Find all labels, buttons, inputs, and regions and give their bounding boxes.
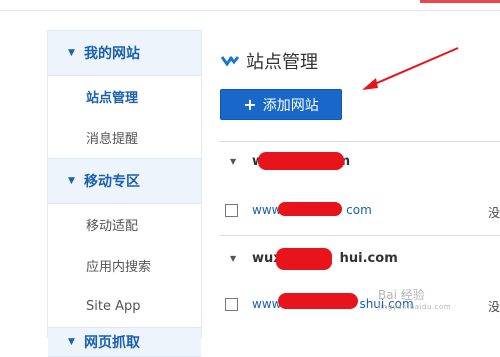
add-site-button[interactable]: + 添加网站	[220, 89, 342, 120]
redaction-mark	[258, 152, 344, 170]
top-bar	[0, 0, 500, 11]
plus-icon: +	[243, 94, 257, 114]
caret-down-icon: ▼	[68, 176, 75, 186]
sidebar-item-message-alerts[interactable]: 消息提醒	[48, 117, 201, 158]
redaction-mark	[276, 248, 332, 270]
sidebar-section-label: 移动专区	[84, 174, 140, 190]
annotation-arrow	[362, 47, 459, 90]
sidebar-section-label: 我的网站	[84, 46, 140, 62]
site-action-text[interactable]: 没	[488, 204, 500, 221]
sidebar-section-my-sites[interactable]: ▼ 我的网站	[48, 30, 201, 76]
site-checkbox[interactable]	[225, 203, 238, 217]
main-content: 站点管理 + 添加网站 ▼ w com www.com 没 ▼ wux hui.…	[200, 30, 500, 338]
sidebar-section-mobile[interactable]: ▼ 移动专区	[48, 158, 201, 204]
sidebar-item-mobile-adaptation[interactable]: 移动适配	[48, 204, 201, 245]
redaction-mark	[278, 202, 342, 216]
sidebar-item-site-app[interactable]: Site App	[48, 286, 201, 327]
page-title: 站点管理	[246, 52, 318, 73]
sidebar-section-crawl[interactable]: ▼ 网页抓取	[48, 327, 201, 357]
watermark: Bai 经验 jingyan.baidu.com	[378, 288, 452, 311]
site-group-name-tail: hui.com	[339, 251, 398, 266]
caret-down-icon: ▼	[230, 157, 237, 166]
caret-down-icon: ▼	[230, 254, 237, 263]
divider	[220, 141, 500, 142]
chevron-down-icon	[220, 56, 240, 67]
sidebar-section-label: 网页抓取	[84, 335, 140, 351]
site-action-text[interactable]: 没	[488, 298, 500, 315]
caret-down-icon: ▼	[68, 48, 75, 58]
site-checkbox[interactable]	[225, 297, 238, 311]
page-title-row: 站点管理	[220, 48, 318, 74]
top-bar-accent	[420, 0, 500, 3]
redaction-mark	[278, 293, 358, 309]
sidebar: ▼ 我的网站 站点管理 消息提醒 ▼ 移动专区 移动适配 应用内搜索 Site …	[47, 30, 202, 357]
add-site-label: 添加网站	[262, 97, 319, 114]
divider	[220, 235, 500, 236]
caret-down-icon: ▼	[68, 337, 75, 347]
sidebar-item-site-management[interactable]: 站点管理	[48, 76, 201, 117]
sidebar-item-in-app-search[interactable]: 应用内搜索	[48, 245, 201, 286]
